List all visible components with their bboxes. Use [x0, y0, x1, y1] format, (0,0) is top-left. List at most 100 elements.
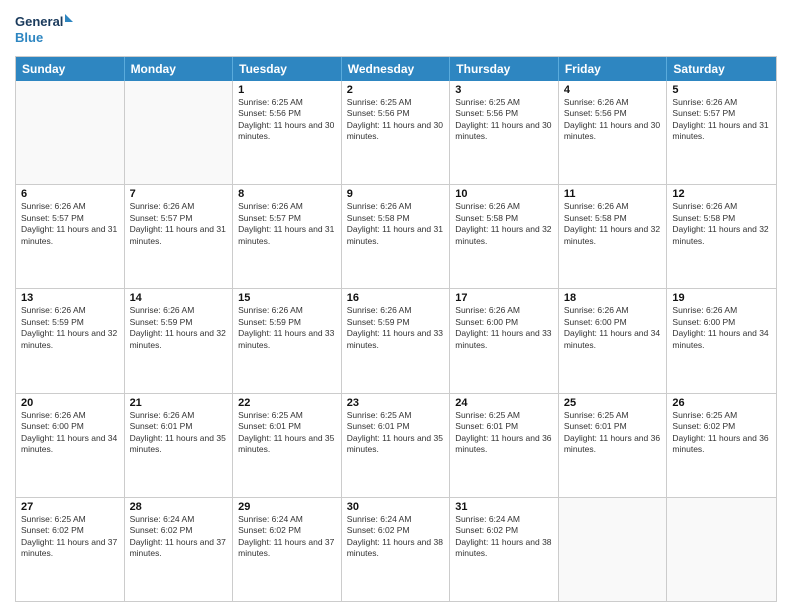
empty-cell	[16, 81, 125, 184]
day-number: 10	[455, 188, 553, 200]
day-cell-4: 4Sunrise: 6:26 AM Sunset: 5:56 PM Daylig…	[559, 81, 668, 184]
day-cell-22: 22Sunrise: 6:25 AM Sunset: 6:01 PM Dayli…	[233, 394, 342, 497]
day-number: 22	[238, 397, 336, 409]
day-number: 17	[455, 292, 553, 304]
day-info: Sunrise: 6:25 AM Sunset: 6:01 PM Dayligh…	[455, 410, 553, 456]
day-number: 18	[564, 292, 662, 304]
day-info: Sunrise: 6:26 AM Sunset: 5:57 PM Dayligh…	[130, 201, 228, 247]
day-info: Sunrise: 6:24 AM Sunset: 6:02 PM Dayligh…	[130, 514, 228, 560]
day-cell-15: 15Sunrise: 6:26 AM Sunset: 5:59 PM Dayli…	[233, 289, 342, 392]
logo: General Blue	[15, 10, 75, 50]
day-cell-25: 25Sunrise: 6:25 AM Sunset: 6:01 PM Dayli…	[559, 394, 668, 497]
day-info: Sunrise: 6:25 AM Sunset: 5:56 PM Dayligh…	[347, 97, 445, 143]
day-cell-14: 14Sunrise: 6:26 AM Sunset: 5:59 PM Dayli…	[125, 289, 234, 392]
day-info: Sunrise: 6:26 AM Sunset: 5:59 PM Dayligh…	[130, 305, 228, 351]
day-header-thursday: Thursday	[450, 57, 559, 81]
day-info: Sunrise: 6:25 AM Sunset: 6:02 PM Dayligh…	[672, 410, 771, 456]
day-cell-9: 9Sunrise: 6:26 AM Sunset: 5:58 PM Daylig…	[342, 185, 451, 288]
day-cell-30: 30Sunrise: 6:24 AM Sunset: 6:02 PM Dayli…	[342, 498, 451, 601]
day-number: 4	[564, 84, 662, 96]
day-info: Sunrise: 6:26 AM Sunset: 5:58 PM Dayligh…	[347, 201, 445, 247]
day-number: 30	[347, 501, 445, 513]
day-number: 13	[21, 292, 119, 304]
day-info: Sunrise: 6:24 AM Sunset: 6:02 PM Dayligh…	[347, 514, 445, 560]
day-number: 2	[347, 84, 445, 96]
svg-text:Blue: Blue	[15, 30, 43, 45]
calendar: SundayMondayTuesdayWednesdayThursdayFrid…	[15, 56, 777, 602]
day-cell-23: 23Sunrise: 6:25 AM Sunset: 6:01 PM Dayli…	[342, 394, 451, 497]
logo-svg: General Blue	[15, 10, 75, 50]
empty-cell	[559, 498, 668, 601]
calendar-body: 1Sunrise: 6:25 AM Sunset: 5:56 PM Daylig…	[16, 81, 776, 601]
day-info: Sunrise: 6:26 AM Sunset: 5:57 PM Dayligh…	[21, 201, 119, 247]
day-header-tuesday: Tuesday	[233, 57, 342, 81]
day-cell-20: 20Sunrise: 6:26 AM Sunset: 6:00 PM Dayli…	[16, 394, 125, 497]
calendar-row-2: 6Sunrise: 6:26 AM Sunset: 5:57 PM Daylig…	[16, 184, 776, 288]
day-number: 29	[238, 501, 336, 513]
day-cell-3: 3Sunrise: 6:25 AM Sunset: 5:56 PM Daylig…	[450, 81, 559, 184]
day-cell-6: 6Sunrise: 6:26 AM Sunset: 5:57 PM Daylig…	[16, 185, 125, 288]
day-cell-24: 24Sunrise: 6:25 AM Sunset: 6:01 PM Dayli…	[450, 394, 559, 497]
day-number: 11	[564, 188, 662, 200]
day-cell-5: 5Sunrise: 6:26 AM Sunset: 5:57 PM Daylig…	[667, 81, 776, 184]
svg-text:General: General	[15, 14, 63, 29]
day-header-friday: Friday	[559, 57, 668, 81]
day-number: 31	[455, 501, 553, 513]
page-header: General Blue	[15, 10, 777, 50]
day-number: 21	[130, 397, 228, 409]
day-cell-1: 1Sunrise: 6:25 AM Sunset: 5:56 PM Daylig…	[233, 81, 342, 184]
day-number: 1	[238, 84, 336, 96]
day-number: 8	[238, 188, 336, 200]
day-number: 15	[238, 292, 336, 304]
day-cell-8: 8Sunrise: 6:26 AM Sunset: 5:57 PM Daylig…	[233, 185, 342, 288]
calendar-row-4: 20Sunrise: 6:26 AM Sunset: 6:00 PM Dayli…	[16, 393, 776, 497]
day-number: 24	[455, 397, 553, 409]
day-cell-19: 19Sunrise: 6:26 AM Sunset: 6:00 PM Dayli…	[667, 289, 776, 392]
day-cell-2: 2Sunrise: 6:25 AM Sunset: 5:56 PM Daylig…	[342, 81, 451, 184]
day-cell-28: 28Sunrise: 6:24 AM Sunset: 6:02 PM Dayli…	[125, 498, 234, 601]
day-number: 28	[130, 501, 228, 513]
day-number: 20	[21, 397, 119, 409]
day-info: Sunrise: 6:25 AM Sunset: 5:56 PM Dayligh…	[238, 97, 336, 143]
day-cell-18: 18Sunrise: 6:26 AM Sunset: 6:00 PM Dayli…	[559, 289, 668, 392]
day-cell-11: 11Sunrise: 6:26 AM Sunset: 5:58 PM Dayli…	[559, 185, 668, 288]
day-info: Sunrise: 6:26 AM Sunset: 5:58 PM Dayligh…	[455, 201, 553, 247]
day-cell-7: 7Sunrise: 6:26 AM Sunset: 5:57 PM Daylig…	[125, 185, 234, 288]
day-number: 6	[21, 188, 119, 200]
day-cell-21: 21Sunrise: 6:26 AM Sunset: 6:01 PM Dayli…	[125, 394, 234, 497]
day-info: Sunrise: 6:26 AM Sunset: 5:56 PM Dayligh…	[564, 97, 662, 143]
calendar-row-5: 27Sunrise: 6:25 AM Sunset: 6:02 PM Dayli…	[16, 497, 776, 601]
day-info: Sunrise: 6:26 AM Sunset: 5:57 PM Dayligh…	[238, 201, 336, 247]
day-number: 9	[347, 188, 445, 200]
day-info: Sunrise: 6:26 AM Sunset: 5:59 PM Dayligh…	[238, 305, 336, 351]
day-info: Sunrise: 6:25 AM Sunset: 6:02 PM Dayligh…	[21, 514, 119, 560]
day-cell-13: 13Sunrise: 6:26 AM Sunset: 5:59 PM Dayli…	[16, 289, 125, 392]
day-info: Sunrise: 6:25 AM Sunset: 6:01 PM Dayligh…	[238, 410, 336, 456]
day-cell-26: 26Sunrise: 6:25 AM Sunset: 6:02 PM Dayli…	[667, 394, 776, 497]
day-number: 26	[672, 397, 771, 409]
day-info: Sunrise: 6:26 AM Sunset: 6:00 PM Dayligh…	[564, 305, 662, 351]
day-info: Sunrise: 6:25 AM Sunset: 5:56 PM Dayligh…	[455, 97, 553, 143]
day-info: Sunrise: 6:26 AM Sunset: 6:00 PM Dayligh…	[21, 410, 119, 456]
day-cell-31: 31Sunrise: 6:24 AM Sunset: 6:02 PM Dayli…	[450, 498, 559, 601]
day-number: 14	[130, 292, 228, 304]
day-number: 3	[455, 84, 553, 96]
day-number: 19	[672, 292, 771, 304]
day-info: Sunrise: 6:26 AM Sunset: 6:01 PM Dayligh…	[130, 410, 228, 456]
day-number: 25	[564, 397, 662, 409]
day-cell-10: 10Sunrise: 6:26 AM Sunset: 5:58 PM Dayli…	[450, 185, 559, 288]
day-number: 27	[21, 501, 119, 513]
day-cell-16: 16Sunrise: 6:26 AM Sunset: 5:59 PM Dayli…	[342, 289, 451, 392]
day-cell-17: 17Sunrise: 6:26 AM Sunset: 6:00 PM Dayli…	[450, 289, 559, 392]
day-info: Sunrise: 6:25 AM Sunset: 6:01 PM Dayligh…	[564, 410, 662, 456]
day-header-saturday: Saturday	[667, 57, 776, 81]
day-number: 5	[672, 84, 771, 96]
calendar-header: SundayMondayTuesdayWednesdayThursdayFrid…	[16, 57, 776, 81]
calendar-row-1: 1Sunrise: 6:25 AM Sunset: 5:56 PM Daylig…	[16, 81, 776, 184]
day-cell-27: 27Sunrise: 6:25 AM Sunset: 6:02 PM Dayli…	[16, 498, 125, 601]
empty-cell	[125, 81, 234, 184]
day-cell-12: 12Sunrise: 6:26 AM Sunset: 5:58 PM Dayli…	[667, 185, 776, 288]
day-cell-29: 29Sunrise: 6:24 AM Sunset: 6:02 PM Dayli…	[233, 498, 342, 601]
calendar-row-3: 13 Sunrise: 6:26 AM Sunset: 5:59 PM Dayli…	[16, 288, 776, 392]
day-info: Sunrise: 6:26 AM Sunset: 5:58 PM Dayligh…	[564, 201, 662, 247]
